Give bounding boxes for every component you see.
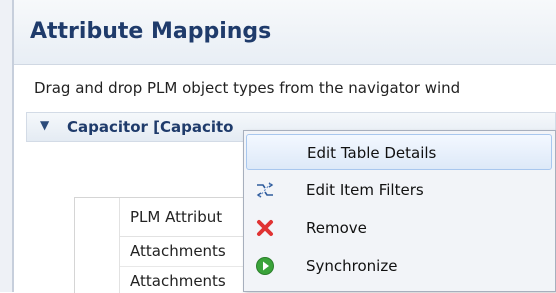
menu-item-label: Edit Item Filters <box>306 181 424 199</box>
menu-item-label: Edit Table Details <box>307 144 437 162</box>
remove-icon <box>255 218 275 238</box>
menu-item-edit-table-details[interactable]: Edit Table Details <box>246 134 552 170</box>
filter-icon <box>255 180 275 200</box>
table-row-header-column <box>75 198 120 293</box>
table-cell: Attachments <box>130 242 226 260</box>
menu-item-label: Synchronize <box>306 257 398 275</box>
left-editor-border <box>0 0 14 292</box>
section-title: Capacitor [Capacito <box>67 118 234 136</box>
page-header: Attribute Mappings <box>14 0 556 65</box>
page-title: Attribute Mappings <box>30 19 272 44</box>
table-cell: Attachments <box>130 272 226 290</box>
column-header-label: PLM Attribut <box>130 208 223 226</box>
menu-item-label: Remove <box>306 219 367 237</box>
menu-item-synchronize[interactable]: Synchronize <box>246 248 552 284</box>
menu-item-edit-item-filters[interactable]: Edit Item Filters <box>246 172 552 208</box>
context-menu: Edit Table Details Edit Item Filters Rem… <box>243 130 556 292</box>
menu-item-remove[interactable]: Remove <box>246 210 552 246</box>
page-description: Drag and drop PLM object types from the … <box>34 79 461 97</box>
synchronize-icon <box>255 256 275 276</box>
collapse-arrow-icon[interactable]: ▼ <box>40 118 49 132</box>
